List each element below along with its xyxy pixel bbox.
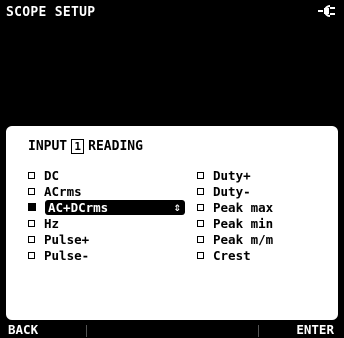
option-label: Hz xyxy=(44,215,60,231)
option-dc[interactable]: DC xyxy=(28,167,59,183)
option-label: Pulse- xyxy=(44,247,90,263)
checkbox-icon xyxy=(28,235,35,243)
screen: SCOPE SETUP INPUT 1 READING DC ACrms AC+… xyxy=(0,0,344,338)
option-crest[interactable]: Crest xyxy=(197,247,251,263)
checkbox-icon xyxy=(28,219,35,227)
option-label: Peak max xyxy=(213,199,274,215)
option-label: Duty- xyxy=(213,183,251,199)
checkbox-icon xyxy=(197,235,204,243)
option-pulse-plus[interactable]: Pulse+ xyxy=(28,231,89,247)
option-peak-min[interactable]: Peak min xyxy=(197,215,273,231)
back-softkey[interactable]: BACK xyxy=(8,322,38,337)
option-label: Peak min xyxy=(213,215,274,231)
option-label: ACrms xyxy=(44,183,82,199)
option-peak-m-m[interactable]: Peak m/m xyxy=(197,231,273,247)
option-acrms[interactable]: ACrms xyxy=(28,183,82,199)
checkbox-icon xyxy=(197,203,204,211)
reading-dialog: INPUT 1 READING DC ACrms AC+DCrms ⇕ Hz P… xyxy=(6,126,338,320)
channel-indicator: 1 xyxy=(71,139,85,154)
option-hz[interactable]: Hz xyxy=(28,215,59,231)
checkbox-icon xyxy=(197,219,204,227)
dialog-heading: INPUT 1 READING xyxy=(28,139,143,154)
softkey-bar: BACK ENTER xyxy=(0,322,344,338)
checkbox-icon xyxy=(197,187,204,195)
screen-title: SCOPE SETUP xyxy=(6,5,96,20)
checkbox-icon xyxy=(197,171,204,179)
option-label-selected: AC+DCrms ⇕ xyxy=(45,199,185,215)
option-ac-dc-rms[interactable]: AC+DCrms ⇕ xyxy=(28,199,185,215)
heading-suffix: READING xyxy=(88,139,143,154)
option-text: AC+DCrms xyxy=(48,199,109,215)
option-pulse-minus[interactable]: Pulse- xyxy=(28,247,89,263)
option-duty-plus[interactable]: Duty+ xyxy=(197,167,251,183)
option-label: DC xyxy=(44,167,60,183)
option-label: Pulse+ xyxy=(44,231,90,247)
option-label: Crest xyxy=(213,247,251,263)
option-peak-max[interactable]: Peak max xyxy=(197,199,273,215)
softkey-divider xyxy=(258,325,259,337)
checkbox-icon xyxy=(28,251,35,259)
checkbox-checked-icon xyxy=(28,203,36,211)
checkbox-icon xyxy=(28,187,35,195)
checkbox-icon xyxy=(28,171,35,179)
option-label: Duty+ xyxy=(213,167,251,183)
title-bar: SCOPE SETUP xyxy=(0,0,344,26)
enter-softkey[interactable]: ENTER xyxy=(296,322,334,337)
power-plug-icon xyxy=(318,5,335,17)
checkbox-icon xyxy=(197,251,204,259)
option-label: Peak m/m xyxy=(213,231,274,247)
heading-prefix: INPUT xyxy=(28,139,68,154)
softkey-divider xyxy=(86,325,87,337)
option-duty-minus[interactable]: Duty- xyxy=(197,183,251,199)
up-down-arrows-icon: ⇕ xyxy=(173,199,181,214)
